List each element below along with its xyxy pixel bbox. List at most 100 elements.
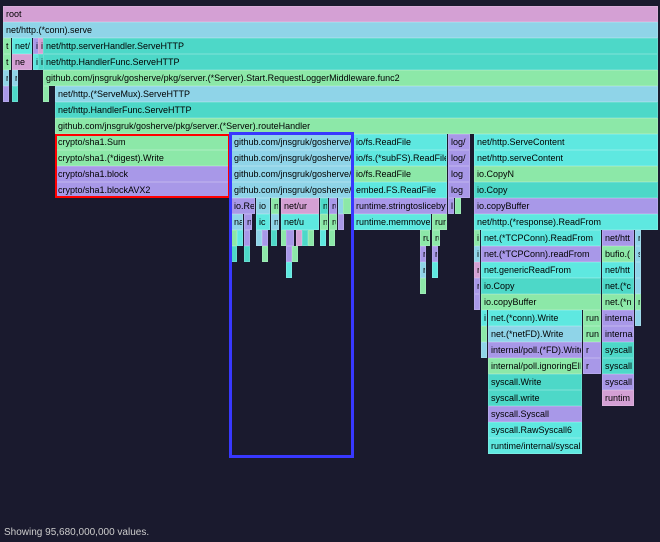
server-handler[interactable]: net/http.serverHandler.ServeHTTP [43,38,658,54]
ic[interactable]: ic [256,214,270,230]
net-http-conn-serve[interactable]: net/http.(*conn).serve [3,22,658,38]
r11[interactable] [481,342,487,358]
log4[interactable]: log [448,182,470,198]
run3[interactable]: run [583,326,601,342]
t2[interactable] [343,198,351,214]
gosherve-p[interactable]: github.com/jnsgruk/gosherve/p [231,150,352,166]
ru2[interactable]: ru [329,214,337,230]
net-c[interactable]: net.(*c [602,278,634,294]
log2[interactable]: log/ [448,150,470,166]
net-n[interactable]: net.(*n [602,294,634,310]
s1[interactable]: s [635,246,641,262]
r7[interactable]: r [474,278,480,294]
servecontent2[interactable]: net/http.serveContent [474,150,658,166]
sha1-digest[interactable]: crypto/sha1.(*digest).Write [55,150,230,166]
ru1[interactable]: ru [329,198,337,214]
sha1-sum[interactable]: crypto/sha1.Sum [55,134,230,150]
r3[interactable]: r [420,262,426,278]
sb1[interactable] [231,246,237,262]
root[interactable]: root [3,6,658,22]
n1[interactable]: n [271,198,279,214]
l2[interactable] [455,198,461,214]
net-htt1[interactable]: net/htt [602,230,634,246]
run2[interactable]: run [583,310,601,326]
sha1-block[interactable]: crypto/sha1.block [55,166,230,182]
sc1[interactable] [286,262,292,278]
copybuffer[interactable]: io.copyBuffer [474,198,658,214]
embed-readfile[interactable]: embed.FS.ReadFile [353,182,447,198]
interna2[interactable]: interna [602,326,634,342]
run1[interactable]: run [432,214,447,230]
s-p2[interactable] [12,86,18,102]
netfd-write[interactable]: net.(*netFD).Write [488,326,582,342]
interna1[interactable]: interna [602,310,634,326]
i2[interactable]: i [474,246,480,262]
s4[interactable] [635,310,641,326]
s3[interactable] [635,278,641,294]
sb3[interactable] [262,246,268,262]
subfs-readfile[interactable]: io/fs.(*subFS).ReadFile [353,150,447,166]
syscall2[interactable]: syscall [602,358,634,374]
na[interactable]: na [231,214,243,230]
s-r1[interactable]: r [3,70,9,86]
conn-write[interactable]: net.(*conn).Write [488,310,582,326]
r13[interactable]: r [583,358,601,374]
memmove[interactable]: runtime.memmove [353,214,431,230]
bufio[interactable]: bufio.( [602,246,634,262]
net-htt2[interactable]: net/htt [602,262,634,278]
n2[interactable]: n [320,198,328,214]
n3[interactable]: n [244,214,252,230]
ru4[interactable]: ru [432,230,440,246]
io-copy[interactable]: io.Copy [474,182,658,198]
sa8[interactable] [286,230,294,246]
sa5[interactable] [262,230,268,246]
r5[interactable]: r [474,262,480,278]
r9[interactable]: r [635,294,641,310]
s-r2[interactable]: r [12,70,18,86]
syscall-write1[interactable]: syscall.Write [488,374,582,390]
syscall3[interactable]: syscall [602,374,634,390]
n4[interactable]: n [271,214,279,230]
n6[interactable]: n [635,230,641,246]
sa6[interactable] [271,230,277,246]
sha1-avx2[interactable]: crypto/sha1.blockAVX2 [55,182,230,198]
stub-b[interactable]: net/ [12,38,32,54]
tcp-readfrom2[interactable]: net.(*TCPConn).readFrom [481,246,601,262]
log3[interactable]: log [448,166,470,182]
io-copy2[interactable]: io.Copy [481,278,601,294]
runtim[interactable]: runtim [602,390,634,406]
r2[interactable]: r [432,246,438,262]
stub-a[interactable]: t [3,38,11,54]
iofs-readfile[interactable]: io/fs.ReadFile [353,134,447,150]
s-g1[interactable] [43,86,49,102]
copybuffer2[interactable]: io.copyBuffer [481,294,601,310]
r1[interactable]: r [420,246,426,262]
r4[interactable] [432,262,438,278]
syscall-write2[interactable]: syscall.write [488,390,582,406]
r8[interactable] [474,294,480,310]
syscall-syscall[interactable]: syscall.Syscall [488,406,582,422]
n5[interactable]: n [320,214,328,230]
io-rei[interactable]: io.Re [231,198,255,214]
gosherve-1[interactable]: github.com/jnsgruk/gosherve/ [231,166,352,182]
io-copyn[interactable]: io.CopyN [474,166,658,182]
handler-func[interactable]: net/http.HandlerFunc.ServeHTTP [43,54,658,70]
sb5[interactable] [292,246,298,262]
gosherve-pkg[interactable]: github.com/jnsgruk/gosherve/pk [231,134,352,150]
string-byte[interactable]: runtime.stringtoslicebyt [353,198,447,214]
syscall1[interactable]: syscall [602,342,634,358]
sa2[interactable] [237,230,243,246]
io-s[interactable]: io [256,198,270,214]
sa3[interactable] [244,230,250,246]
i1[interactable]: i [474,230,480,246]
tcp-readfrom[interactable]: net.(*TCPConn).ReadFrom [481,230,601,246]
runtime-internal[interactable]: runtime/internal/syscall [488,438,582,454]
logger-mw[interactable]: github.com/jnsgruk/gosherve/pkg/server.(… [43,70,658,86]
gosherve-2[interactable]: github.com/jnsgruk/gosherve/ [231,182,352,198]
sa12[interactable] [320,230,326,246]
poll-fd-write[interactable]: internal/poll.(*FD).Write [488,342,582,358]
s2[interactable] [635,262,641,278]
sb2[interactable] [244,246,250,262]
s-p1[interactable] [3,86,9,102]
ru3[interactable]: ru [420,230,430,246]
